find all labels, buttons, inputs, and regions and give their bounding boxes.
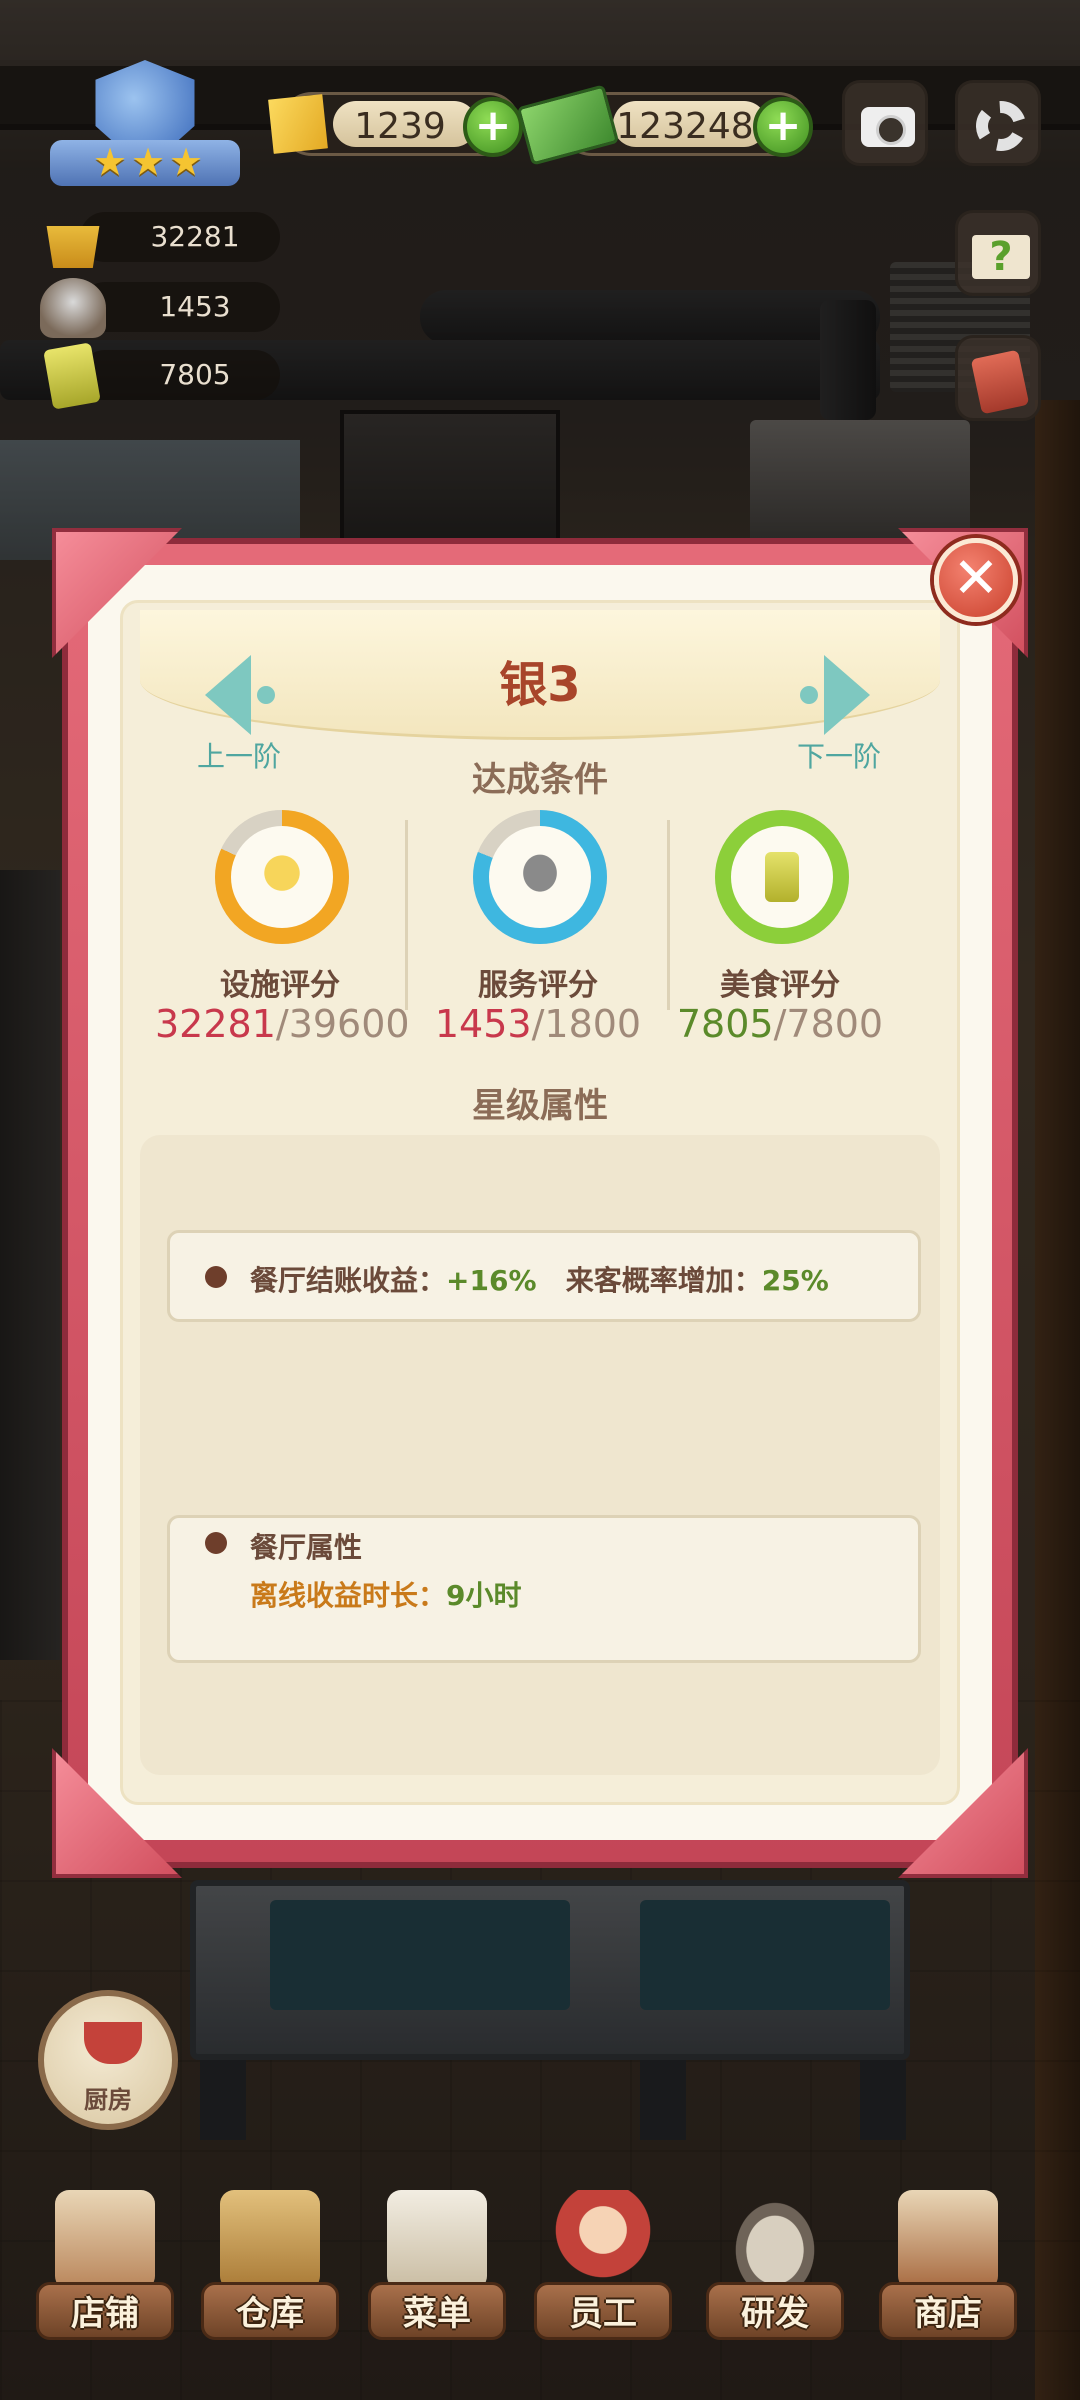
pot-icon (84, 2022, 142, 2064)
recipe-book-button[interactable] (955, 335, 1041, 421)
kitchen-label: 厨房 (84, 2086, 132, 2114)
star-bonus-box: 餐厅结账收益：+16% 来客概率增加：25% (167, 1230, 921, 1322)
score-target: 39600 (288, 1002, 410, 1046)
next-tier-label[interactable]: 下一阶 (774, 735, 904, 775)
nav-shop[interactable]: 店铺 (30, 2190, 180, 2340)
facility-stat-value: 32281 (150, 220, 240, 253)
warehouse-icon (220, 2190, 320, 2290)
visit-label: 来客概率增加： (565, 1264, 762, 1297)
offline-label: 离线收益时长： (250, 1579, 447, 1612)
service-stat-value: 1453 (159, 290, 231, 323)
restaurant-props-box: 餐厅属性 离线收益时长：9小时 (167, 1515, 921, 1663)
close-button[interactable]: ✕ (934, 538, 1018, 622)
column-divider (405, 820, 408, 1010)
add-cash-button[interactable]: + (753, 97, 813, 157)
gear-icon (976, 101, 1026, 151)
rank-title: 银3 (499, 657, 581, 713)
camera-button[interactable] (842, 80, 928, 166)
nav-menu[interactable]: 菜单 (362, 2190, 512, 2340)
facility-score: 设施评分 32281/39600 (155, 810, 410, 1060)
recipe-book-icon (970, 349, 1030, 415)
facility-stat: 32281 (40, 208, 280, 268)
score-target: 7800 (786, 1002, 884, 1046)
star-bonus-text: 餐厅结账收益：+16% 来客概率增加：25% (250, 1259, 829, 1299)
score-name: 服务评分 (478, 968, 598, 1003)
score-value: 7805/7800 (676, 1002, 884, 1046)
food-stat: 7805 (40, 342, 280, 410)
offline-value: 9小时 (446, 1579, 522, 1612)
nav-label: 菜单 (403, 2294, 471, 2334)
visit-value: 25% (761, 1264, 829, 1297)
store-icon (898, 2190, 998, 2290)
cash-counter: 123248 + (516, 84, 813, 166)
kitchen-button[interactable]: 厨房 (38, 1990, 178, 2130)
service-stat: 1453 (40, 278, 280, 338)
bullet-dot (205, 1532, 227, 1554)
nav-label: 店铺 (71, 2294, 139, 2334)
food-stat-value: 7805 (159, 358, 231, 391)
camera-icon (861, 107, 915, 147)
nav-label: 仓库 (236, 2294, 304, 2334)
income-label: 餐厅结账收益： (250, 1264, 447, 1297)
nav-label: 员工 (569, 2294, 637, 2334)
nav-warehouse[interactable]: 仓库 (195, 2190, 345, 2340)
chevron-right-icon (824, 655, 870, 735)
service-cloche-icon (501, 838, 579, 916)
food-score: 美食评分 7805/7800 (655, 810, 905, 1060)
add-gems-button[interactable]: + (463, 97, 523, 157)
arrow-dot (800, 686, 818, 704)
settings-button[interactable] (955, 80, 1041, 166)
score-current: 7805 (676, 1002, 774, 1046)
bullet-dot (205, 1266, 227, 1288)
nav-label: 研发 (741, 2294, 809, 2334)
star-icon: ★ (130, 140, 166, 184)
research-icon (725, 2190, 825, 2290)
prev-tier-button[interactable] (205, 655, 275, 735)
chevron-left-icon (205, 655, 251, 735)
service-score: 服务评分 1453/1800 (413, 810, 663, 1060)
menu-icon (387, 2190, 487, 2290)
shop-icon (55, 2190, 155, 2290)
service-cloche-icon (40, 278, 106, 338)
arrow-dot (257, 686, 275, 704)
service-progress-ring (473, 810, 607, 944)
score-current: 32281 (155, 1002, 276, 1046)
facility-progress-ring (215, 810, 349, 944)
star-icon: ★ (168, 140, 204, 184)
food-book-icon (43, 342, 101, 410)
help-button[interactable]: ? (955, 210, 1041, 296)
conditions-title: 达成条件 (472, 760, 608, 800)
nav-label: 商店 (914, 2294, 982, 2334)
staff-icon (553, 2190, 653, 2290)
restaurant-props-title: 餐厅属性 (250, 1531, 363, 1564)
income-value: +16% (446, 1264, 537, 1297)
rank-badge[interactable]: ★ ★ ★ (50, 60, 240, 190)
gem-counter: 1239 + (280, 92, 523, 157)
prev-tier-label[interactable]: 上一阶 (174, 735, 304, 775)
score-current: 1453 (434, 1002, 532, 1046)
score-target: 1800 (544, 1002, 642, 1046)
score-value: 1453/1800 (434, 1002, 642, 1046)
help-book-icon: ? (972, 235, 1030, 279)
offline-text: 离线收益时长：9小时 (250, 1574, 522, 1614)
score-name: 设施评分 (220, 968, 340, 1003)
food-book-icon (765, 852, 799, 902)
score-value: 32281/39600 (155, 1002, 410, 1046)
nav-store[interactable]: 商店 (873, 2190, 1023, 2340)
nav-research[interactable]: 研发 (700, 2190, 850, 2340)
score-name: 美食评分 (720, 968, 840, 1003)
nav-staff[interactable]: 员工 (528, 2190, 678, 2340)
attributes-title: 星级属性 (472, 1086, 608, 1126)
star-icon: ★ (92, 140, 128, 184)
food-progress-ring (715, 810, 849, 944)
next-tier-button[interactable] (800, 655, 870, 735)
facility-icon (243, 838, 321, 916)
